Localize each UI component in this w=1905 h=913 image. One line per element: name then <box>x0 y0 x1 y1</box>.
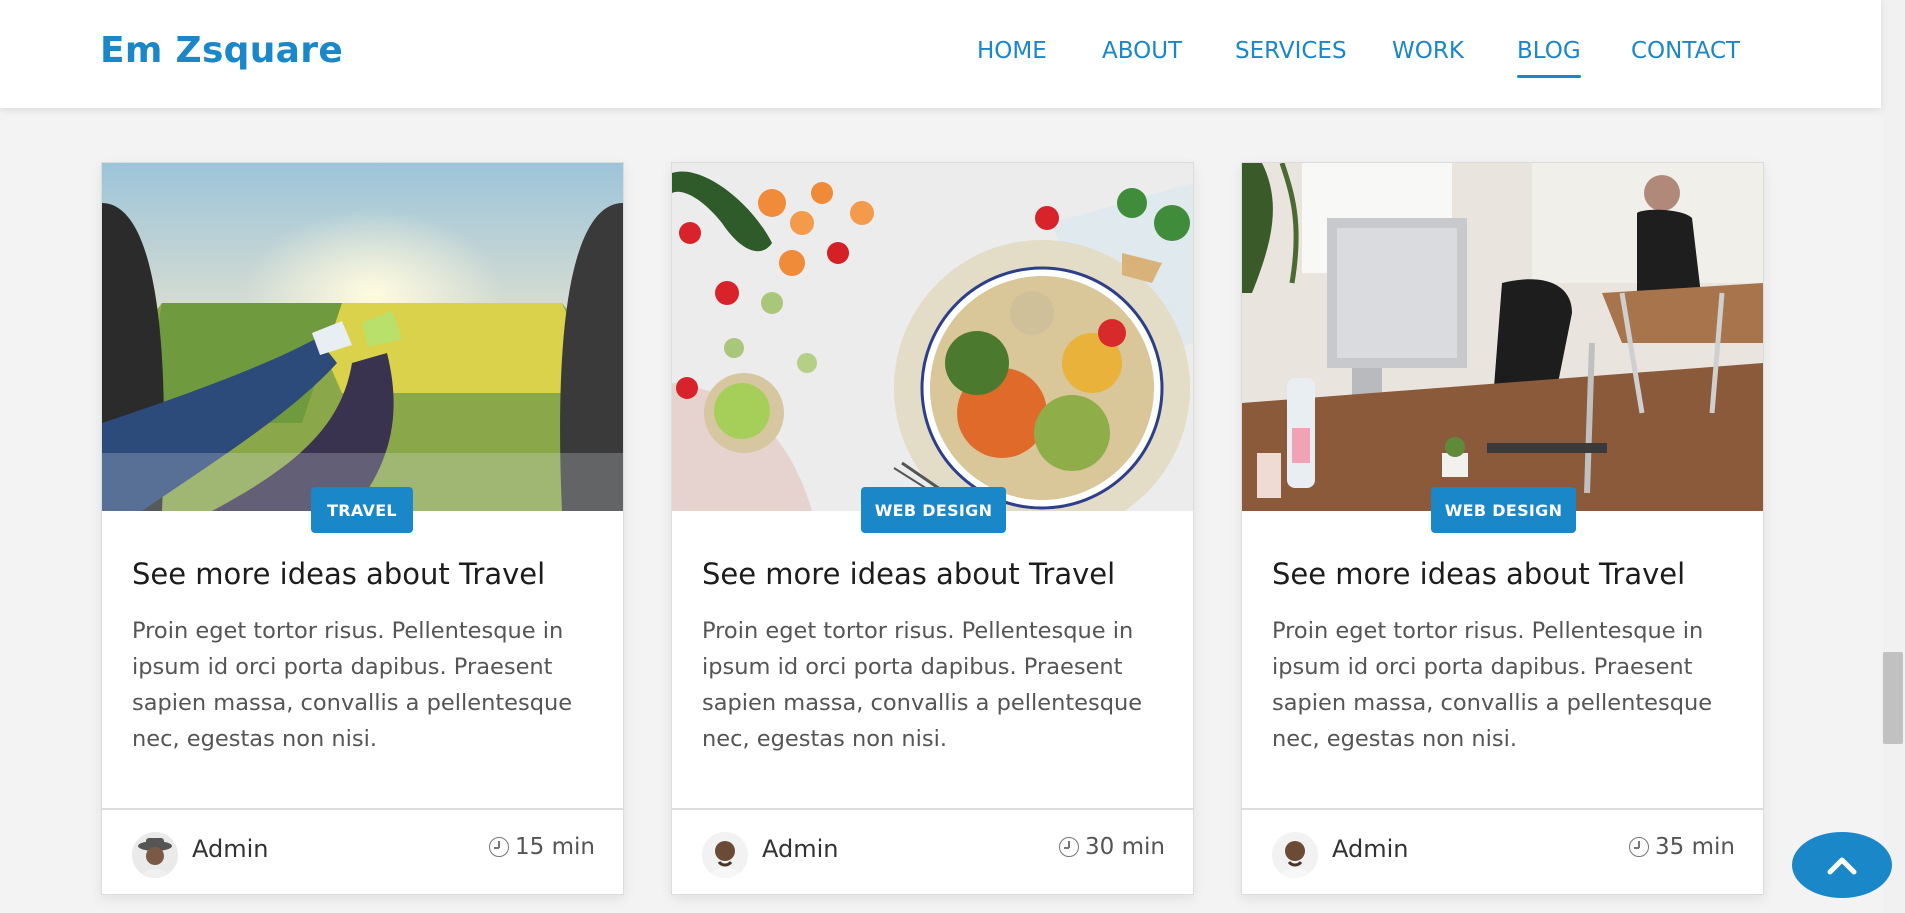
travel-photo[interactable] <box>102 163 623 511</box>
nav-blog-link[interactable]: BLOG <box>1517 38 1581 78</box>
clock-icon <box>1629 837 1650 857</box>
nav-home-link[interactable]: HOME <box>977 38 1047 64</box>
card-title[interactable]: See more ideas about Travel <box>702 557 1115 591</box>
nav-work-link[interactable]: WORK <box>1392 38 1464 64</box>
author-avatar <box>132 832 178 878</box>
nav-services-link[interactable]: SERVICES <box>1235 38 1347 64</box>
food-bowl-photo[interactable] <box>672 163 1193 511</box>
read-time: 30 min <box>1059 834 1165 860</box>
category-badge[interactable]: TRAVEL <box>311 487 413 533</box>
office-desk-photo[interactable] <box>1242 163 1763 511</box>
card-footer: Admin 30 min <box>672 808 1193 894</box>
author-avatar <box>702 832 748 878</box>
category-badge[interactable]: WEB DESIGN <box>1431 487 1576 533</box>
author-name[interactable]: Admin <box>192 835 269 863</box>
nav-contact-link[interactable]: CONTACT <box>1631 38 1740 64</box>
nav-menu: HOME ABOUT SERVICES WORK BLOG CONTACT <box>0 38 1881 78</box>
page-scrollbar[interactable] <box>1881 0 1905 913</box>
author-avatar <box>1272 832 1318 878</box>
read-time-value: 30 min <box>1085 834 1165 860</box>
card-footer: Admin 35 min <box>1242 808 1763 894</box>
card-title[interactable]: See more ideas about Travel <box>132 557 545 591</box>
read-time: 15 min <box>489 834 595 860</box>
read-time-value: 15 min <box>515 834 595 860</box>
blog-card[interactable]: WEB DESIGN See more ideas about Travel P… <box>1241 162 1764 895</box>
blog-card[interactable]: TRAVEL See more ideas about Travel Proin… <box>101 162 624 895</box>
card-excerpt: Proin eget tortor risus. Pellentesque in… <box>132 618 573 752</box>
category-badge[interactable]: WEB DESIGN <box>861 487 1006 533</box>
card-excerpt: Proin eget tortor risus. Pellentesque in… <box>702 618 1143 752</box>
scrollbar-thumb[interactable] <box>1883 652 1903 744</box>
card-excerpt: Proin eget tortor risus. Pellentesque in… <box>1272 618 1713 752</box>
card-title[interactable]: See more ideas about Travel <box>1272 557 1685 591</box>
card-footer: Admin 15 min <box>102 808 623 894</box>
blog-card[interactable]: WEB DESIGN See more ideas about Travel P… <box>671 162 1194 895</box>
read-time-value: 35 min <box>1655 834 1735 860</box>
chevron-up-icon <box>1827 857 1857 875</box>
nav-about-link[interactable]: ABOUT <box>1102 38 1182 64</box>
back-to-top-button[interactable] <box>1792 832 1892 898</box>
author-name[interactable]: Admin <box>1332 835 1409 863</box>
navbar: Em Zsquare HOME ABOUT SERVICES WORK BLOG… <box>0 0 1881 108</box>
clock-icon <box>1059 837 1080 857</box>
clock-icon <box>489 837 510 857</box>
author-name[interactable]: Admin <box>762 835 839 863</box>
read-time: 35 min <box>1629 834 1735 860</box>
